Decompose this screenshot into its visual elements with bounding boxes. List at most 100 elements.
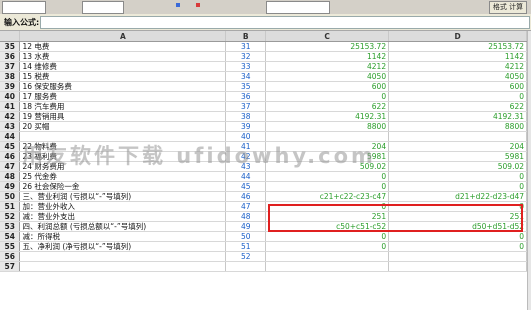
- spreadsheet[interactable]: A B C D 35 12 电费 31 25153.72 25153.72 36 13 水费…: [0, 31, 527, 310]
- value-cell-c[interactable]: 622: [265, 101, 390, 112]
- row-label[interactable]: [19, 261, 227, 272]
- row-label[interactable]: 五、净利润 (净亏损以“-”号填列): [19, 241, 227, 252]
- column-header[interactable]: B: [225, 31, 267, 42]
- row-number[interactable]: 50: [0, 191, 21, 202]
- row-line-number[interactable]: 47: [225, 201, 267, 212]
- row-label[interactable]: 四、利润总额 (亏损总额以“-”号填列): [19, 221, 227, 232]
- column-header[interactable]: D: [388, 31, 527, 42]
- value-cell-d[interactable]: [388, 131, 527, 142]
- row-line-number[interactable]: 52: [225, 251, 267, 262]
- value-cell-c[interactable]: 1142: [265, 51, 390, 62]
- value-cell-d[interactable]: 8800: [388, 121, 527, 132]
- column-header[interactable]: A: [19, 31, 227, 42]
- row-line-number[interactable]: 44: [225, 171, 267, 182]
- value-cell-d[interactable]: 4212: [388, 61, 527, 72]
- value-cell-d[interactable]: 0: [388, 91, 527, 102]
- value-cell-c[interactable]: 0: [265, 241, 390, 252]
- value-cell-d[interactable]: 0: [388, 181, 527, 192]
- row-label[interactable]: 13 水费: [19, 51, 227, 62]
- row-number[interactable]: 45: [0, 141, 21, 152]
- row-number[interactable]: 52: [0, 211, 21, 222]
- row-number[interactable]: 42: [0, 111, 21, 122]
- value-cell-c[interactable]: 4192.31: [265, 111, 390, 122]
- row-label[interactable]: 26 社会保险一金: [19, 181, 227, 192]
- value-cell-c[interactable]: [265, 251, 390, 262]
- value-cell-c[interactable]: 4050: [265, 71, 390, 82]
- row-line-number[interactable]: 51: [225, 241, 267, 252]
- row-number[interactable]: 51: [0, 201, 21, 212]
- row-label[interactable]: 12 电费: [19, 41, 227, 52]
- row-label[interactable]: 减：营业外支出: [19, 211, 227, 222]
- value-cell-d[interactable]: 0: [388, 241, 527, 252]
- row-number[interactable]: 47: [0, 161, 21, 172]
- value-cell-d[interactable]: 0: [388, 231, 527, 242]
- row-line-number[interactable]: 37: [225, 101, 267, 112]
- value-cell-c[interactable]: [265, 261, 390, 272]
- row-number[interactable]: 39: [0, 81, 21, 92]
- row-line-number[interactable]: 32: [225, 51, 267, 62]
- value-cell-c[interactable]: 4212: [265, 61, 390, 72]
- value-cell-c[interactable]: 0: [265, 171, 390, 182]
- row-number[interactable]: 43: [0, 121, 21, 132]
- row-label[interactable]: 19 营销用具: [19, 111, 227, 122]
- value-cell-d[interactable]: 4192.31: [388, 111, 527, 122]
- vertical-scrollbar[interactable]: [527, 31, 531, 310]
- column-header[interactable]: C: [265, 31, 390, 42]
- row-label[interactable]: 16 保安服务费: [19, 81, 227, 92]
- value-cell-c[interactable]: 0: [265, 231, 390, 242]
- calculate-button[interactable]: 格式 计算: [489, 1, 527, 14]
- row-number[interactable]: 55: [0, 241, 21, 252]
- row-line-number[interactable]: 33: [225, 61, 267, 72]
- value-cell-d[interactable]: 509.02: [388, 161, 527, 172]
- row-line-number[interactable]: 45: [225, 181, 267, 192]
- value-cell-c[interactable]: c21+c22-c23-c47: [265, 191, 390, 202]
- value-cell-c[interactable]: 8800: [265, 121, 390, 132]
- row-number[interactable]: 37: [0, 61, 21, 72]
- row-number[interactable]: 44: [0, 131, 21, 142]
- row-label[interactable]: 15 税费: [19, 71, 227, 82]
- format-select[interactable]: [266, 1, 330, 14]
- row-line-number[interactable]: 38: [225, 111, 267, 122]
- value-cell-d[interactable]: 204: [388, 141, 527, 152]
- value-cell-d[interactable]: 5981: [388, 151, 527, 162]
- row-line-number[interactable]: 46: [225, 191, 267, 202]
- row-number[interactable]: 53: [0, 221, 21, 232]
- value-cell-c[interactable]: 0: [265, 181, 390, 192]
- row-line-number[interactable]: 36: [225, 91, 267, 102]
- color-icon[interactable]: [196, 3, 200, 7]
- row-line-number[interactable]: 50: [225, 231, 267, 242]
- row-number[interactable]: 48: [0, 171, 21, 182]
- size-select[interactable]: [82, 1, 124, 14]
- row-label[interactable]: 18 汽车费用: [19, 101, 227, 112]
- row-label[interactable]: 减：所得税: [19, 231, 227, 242]
- row-number[interactable]: 54: [0, 231, 21, 242]
- value-cell-d[interactable]: [388, 261, 527, 272]
- row-label[interactable]: 三、营业利润 (亏损以“-”号填列): [19, 191, 227, 202]
- corner-cell[interactable]: [0, 31, 21, 42]
- row-label[interactable]: 14 维修费: [19, 61, 227, 72]
- row-line-number[interactable]: 31: [225, 41, 267, 52]
- row-number[interactable]: 41: [0, 101, 21, 112]
- row-label[interactable]: 加：营业外收入: [19, 201, 227, 212]
- row-number[interactable]: 36: [0, 51, 21, 62]
- value-cell-d[interactable]: [388, 251, 527, 262]
- font-select[interactable]: [2, 1, 46, 14]
- value-cell-d[interactable]: 4050: [388, 71, 527, 82]
- value-cell-d[interactable]: 600: [388, 81, 527, 92]
- bold-icon[interactable]: [176, 3, 180, 7]
- row-number[interactable]: 56: [0, 251, 21, 262]
- row-line-number[interactable]: 35: [225, 81, 267, 92]
- row-line-number[interactable]: 34: [225, 71, 267, 82]
- row-label[interactable]: 17 服务费: [19, 91, 227, 102]
- row-label[interactable]: [19, 251, 227, 262]
- value-cell-d[interactable]: 0: [388, 171, 527, 182]
- row-line-number[interactable]: 49: [225, 221, 267, 232]
- row-number[interactable]: 46: [0, 151, 21, 162]
- value-cell-d[interactable]: 25153.72: [388, 41, 527, 52]
- row-label[interactable]: 25 代金券: [19, 171, 227, 182]
- value-cell-d[interactable]: 1142: [388, 51, 527, 62]
- row-line-number[interactable]: 39: [225, 121, 267, 132]
- row-number[interactable]: 38: [0, 71, 21, 82]
- row-label[interactable]: 20 买帽: [19, 121, 227, 132]
- value-cell-c[interactable]: 25153.72: [265, 41, 390, 52]
